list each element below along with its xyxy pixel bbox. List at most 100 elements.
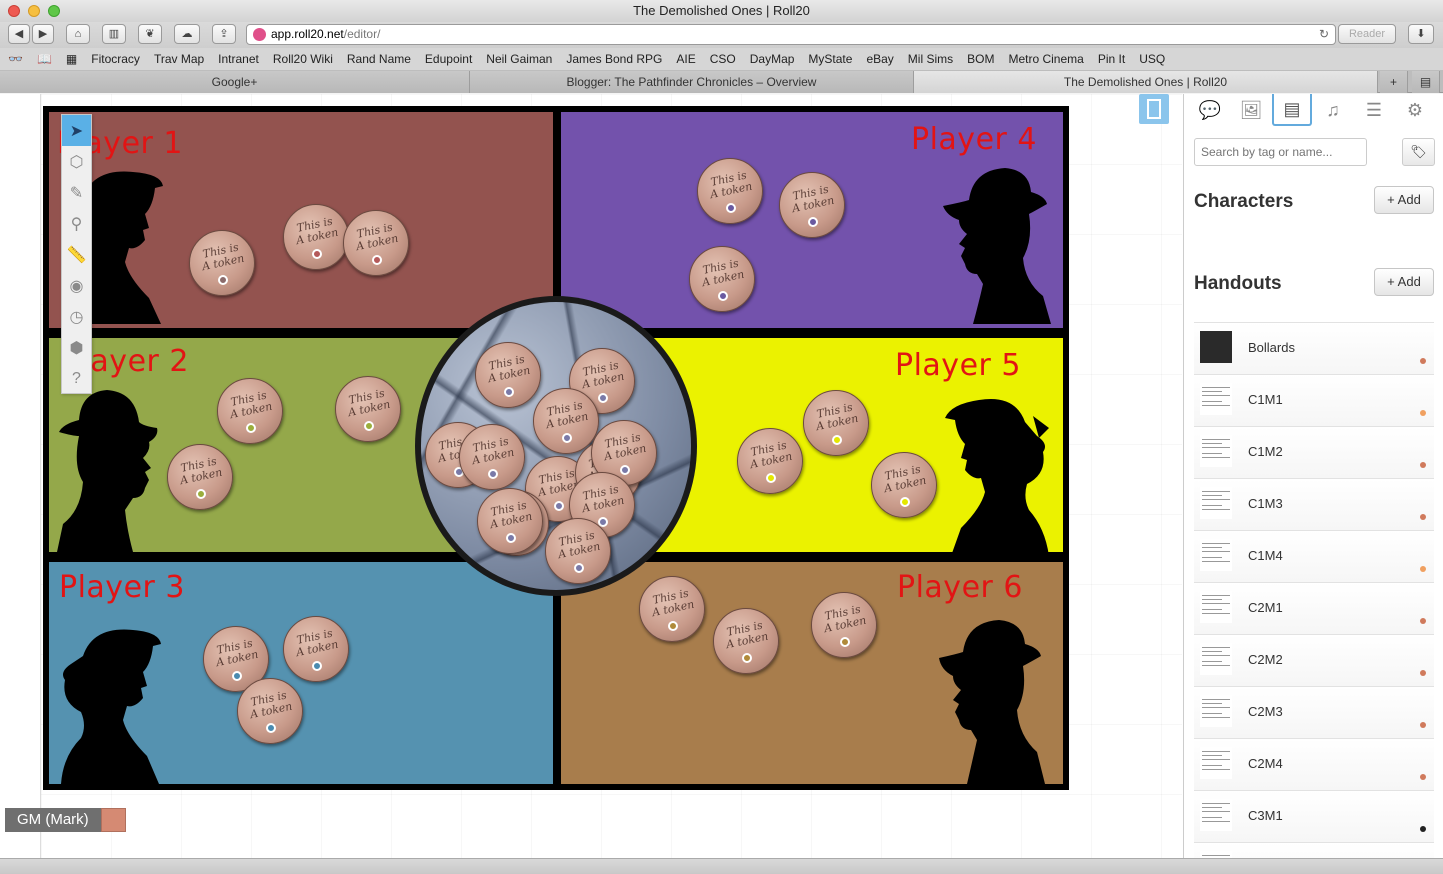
- fog-tool-button[interactable]: ◉: [62, 270, 91, 301]
- token-coin[interactable]: This isA token: [167, 444, 233, 510]
- token-coin[interactable]: This isA token: [689, 246, 755, 312]
- cloud-button[interactable]: ☁: [174, 24, 200, 44]
- bookmark-item[interactable]: James Bond RPG: [559, 48, 669, 70]
- coin-inscription: This isA token: [228, 388, 274, 422]
- bookmark-item[interactable]: Neil Gaiman: [479, 48, 559, 70]
- token-coin[interactable]: This isA token: [283, 616, 349, 682]
- page-toolbar-toggle[interactable]: [1139, 94, 1169, 124]
- handout-item[interactable]: Bollards: [1194, 322, 1434, 374]
- game-board[interactable]: Player 1 Player 4 Player 2 Player 5 Play…: [43, 106, 1069, 790]
- close-window-button[interactable]: [8, 5, 20, 17]
- bookmark-item[interactable]: Mil Sims: [901, 48, 960, 70]
- layers-tool-button[interactable]: ⬡: [62, 146, 91, 177]
- bookmark-item[interactable]: Roll20 Wiki: [266, 48, 340, 70]
- handout-item[interactable]: C2M3: [1194, 686, 1434, 738]
- tab-roll20[interactable]: The Demolished Ones | Roll20: [914, 71, 1378, 93]
- token-coin[interactable]: This isA token: [459, 424, 525, 490]
- bookmark-item[interactable]: Metro Cinema: [1001, 48, 1090, 70]
- token-coin[interactable]: This isA token: [283, 204, 349, 270]
- handout-item[interactable]: C1M3: [1194, 478, 1434, 530]
- handout-item[interactable]: C1M1: [1194, 374, 1434, 426]
- address-bar[interactable]: app.roll20.net/editor/ ↻: [246, 24, 1336, 45]
- tab-settings[interactable]: ⚙: [1395, 94, 1435, 126]
- back-button[interactable]: ◀: [8, 24, 30, 44]
- token-coin[interactable]: This isA token: [737, 428, 803, 494]
- bookmark-item[interactable]: DayMap: [743, 48, 802, 70]
- bookmark-item[interactable]: eBay: [859, 48, 900, 70]
- tab-google-plus[interactable]: Google+: [0, 71, 470, 93]
- bookmarks-icon[interactable]: 📖: [30, 48, 59, 70]
- handout-item[interactable]: [1194, 842, 1434, 858]
- tab-jukebox[interactable]: ♫: [1313, 94, 1353, 126]
- player-badge[interactable]: GM (Mark): [5, 808, 126, 832]
- journal-search-input[interactable]: [1194, 138, 1367, 166]
- token-coin[interactable]: This isA token: [189, 230, 255, 296]
- minimize-window-button[interactable]: [28, 5, 40, 17]
- select-tool-button[interactable]: ➤: [62, 115, 91, 146]
- bookmark-item[interactable]: Fitocracy: [84, 48, 147, 70]
- draw-tool-button[interactable]: ✎: [62, 177, 91, 208]
- reader-button[interactable]: Reader: [1338, 24, 1396, 44]
- zoom-window-button[interactable]: [48, 5, 60, 17]
- handout-item[interactable]: C3M1: [1194, 790, 1434, 842]
- token-coin[interactable]: This isA token: [343, 210, 409, 276]
- bookmark-item[interactable]: USQ: [1132, 48, 1172, 70]
- dice-button[interactable]: ⬢: [62, 332, 91, 363]
- token-coin[interactable]: This isA token: [639, 576, 705, 642]
- token-coin[interactable]: This isA token: [697, 158, 763, 224]
- bookmark-item[interactable]: Edupoint: [418, 48, 479, 70]
- token-coin[interactable]: This isA token: [545, 518, 611, 584]
- token-coin[interactable]: This isA token: [237, 678, 303, 744]
- tab-blogger[interactable]: Blogger: The Pathfinder Chronicles – Ove…: [470, 71, 914, 93]
- forward-button[interactable]: ▶: [32, 24, 54, 44]
- bookmark-item[interactable]: MyState: [801, 48, 859, 70]
- token-coin[interactable]: This isA token: [811, 592, 877, 658]
- bookmark-item[interactable]: Pin It: [1091, 48, 1132, 70]
- top-sites-grid-icon[interactable]: ▦: [59, 48, 84, 70]
- handout-item[interactable]: C1M4: [1194, 530, 1434, 582]
- share-button[interactable]: ⇪: [212, 24, 236, 44]
- evernote-button[interactable]: ❦: [138, 24, 162, 44]
- token-coin[interactable]: This isA token: [871, 452, 937, 518]
- handout-item[interactable]: C1M2: [1194, 426, 1434, 478]
- chat-bubble-icon: 💬: [1198, 99, 1222, 120]
- token-coin[interactable]: This isA token: [475, 342, 541, 408]
- bookmark-item[interactable]: BOM: [960, 48, 1001, 70]
- handout-item[interactable]: C2M1: [1194, 582, 1434, 634]
- zoom-tool-button[interactable]: ⚲: [62, 208, 91, 239]
- token-coin[interactable]: This isA token: [779, 172, 845, 238]
- token-coin[interactable]: This isA token: [803, 390, 869, 456]
- bookmark-item[interactable]: Rand Name: [340, 48, 418, 70]
- add-character-button[interactable]: + Add: [1374, 186, 1434, 214]
- token-coin[interactable]: This isA token: [217, 378, 283, 444]
- handout-item[interactable]: C2M4: [1194, 738, 1434, 790]
- handout-item[interactable]: C2M2: [1194, 634, 1434, 686]
- add-handout-button[interactable]: + Add: [1374, 268, 1434, 296]
- bookmark-item[interactable]: Trav Map: [147, 48, 211, 70]
- top-sites-button[interactable]: ▥: [102, 24, 126, 44]
- help-button[interactable]: ?: [62, 363, 91, 394]
- tag-filter-button[interactable]: 🏷: [1402, 138, 1435, 166]
- reading-list-icon[interactable]: 👓: [0, 48, 30, 70]
- new-tab-button[interactable]: +: [1380, 71, 1408, 93]
- bookmark-item[interactable]: Intranet: [211, 48, 266, 70]
- ruler-tool-button[interactable]: 📏: [62, 239, 91, 270]
- tab-decks[interactable]: ☰: [1354, 94, 1394, 126]
- token-coin[interactable]: This isA token: [533, 388, 599, 454]
- player-color-swatch[interactable]: [100, 808, 126, 832]
- tab-journal[interactable]: ▤: [1272, 94, 1312, 126]
- tab-overview-button[interactable]: ▤: [1412, 71, 1440, 93]
- token-coin[interactable]: This isA token: [335, 376, 401, 442]
- token-coin[interactable]: This isA token: [713, 608, 779, 674]
- downloads-button[interactable]: ⬇: [1408, 24, 1434, 44]
- reload-icon[interactable]: ↻: [1319, 25, 1329, 44]
- man-silhouette-icon: [939, 620, 1045, 784]
- tabletop-canvas[interactable]: Player 1 Player 4 Player 2 Player 5 Play…: [40, 94, 1219, 858]
- bookmark-item[interactable]: CSO: [703, 48, 743, 70]
- bookmark-item[interactable]: AIE: [669, 48, 702, 70]
- tab-art-library[interactable]: 🖼: [1231, 94, 1271, 126]
- turn-tracker-button[interactable]: ◷: [62, 301, 91, 332]
- tab-chat[interactable]: 💬: [1190, 94, 1230, 126]
- token-coin[interactable]: This isA token: [477, 488, 543, 554]
- home-button[interactable]: ⌂: [66, 24, 90, 44]
